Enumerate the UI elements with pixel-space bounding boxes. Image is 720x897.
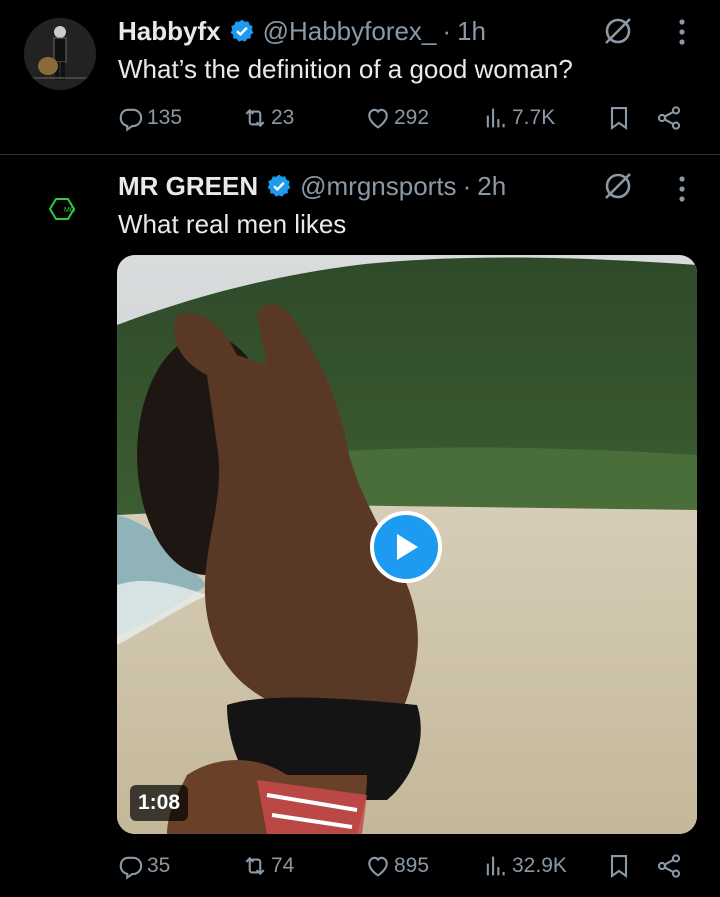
play-button[interactable] — [370, 511, 442, 583]
separator-dot: · — [462, 170, 472, 201]
bookmark-icon — [610, 107, 628, 130]
reply-icon — [119, 108, 143, 132]
tweet-text: What real men likes — [118, 209, 347, 239]
reply-count: 35 — [147, 854, 171, 877]
bookmark-button[interactable] — [605, 104, 635, 132]
avatar[interactable]: MG — [24, 173, 96, 245]
reply-count: 135 — [147, 106, 183, 129]
views-chart-icon — [486, 856, 505, 876]
more-options-icon[interactable] — [678, 18, 686, 46]
share-icon — [657, 106, 681, 130]
tweet-header: MR GREEN @mrgnsports · 2h — [118, 169, 506, 203]
views-button[interactable]: 7.7K — [482, 104, 555, 132]
like-count: 292 — [394, 106, 430, 129]
bookmark-button[interactable] — [605, 852, 635, 880]
author-handle[interactable]: @mrgnsports — [300, 171, 456, 202]
repost-button[interactable]: 23 — [241, 104, 294, 132]
author-handle[interactable]: @Habbyforex_ — [263, 16, 437, 47]
repost-icon — [245, 856, 265, 876]
person-avatar-icon — [24, 18, 96, 90]
repost-count: 23 — [271, 106, 295, 129]
views-count: 32.9K — [512, 854, 567, 877]
more-options-icon[interactable] — [678, 175, 686, 203]
verified-badge-icon — [230, 19, 253, 42]
timestamp[interactable]: 1h — [457, 16, 486, 47]
action-bar: 135 23 292 7.7K — [0, 104, 720, 136]
grok-icon[interactable] — [603, 16, 633, 46]
author-name[interactable]: MR GREEN — [118, 171, 258, 202]
tweet-header: Habbyfx @Habbyforex_ · 1h — [118, 14, 486, 48]
reply-icon — [119, 856, 143, 880]
views-button[interactable]: 32.9K — [482, 852, 567, 880]
action-bar: 35 74 895 32.9K — [0, 852, 720, 884]
heart-icon — [368, 856, 388, 877]
play-icon — [397, 534, 418, 560]
author-name[interactable]: Habbyfx — [118, 16, 221, 47]
views-chart-icon — [486, 108, 505, 128]
tweet[interactable]: Habbyfx @Habbyforex_ · 1h What’s the def… — [0, 0, 720, 154]
share-button[interactable] — [655, 104, 685, 132]
verified-badge-icon — [267, 174, 291, 197]
like-button[interactable]: 895 — [364, 852, 429, 880]
green-logo-icon: MG — [24, 173, 96, 245]
share-icon — [657, 854, 681, 878]
bookmark-icon — [610, 855, 628, 878]
grok-icon[interactable] — [603, 171, 633, 201]
share-button[interactable] — [655, 852, 685, 880]
video-duration-badge: 1:08 — [130, 785, 189, 821]
views-count: 7.7K — [512, 106, 556, 129]
reply-button[interactable]: 35 — [117, 852, 170, 880]
like-count: 895 — [394, 854, 430, 877]
like-button[interactable]: 292 — [364, 104, 429, 132]
repost-button[interactable]: 74 — [241, 852, 294, 880]
avatar[interactable] — [24, 18, 96, 90]
repost-icon — [245, 108, 265, 128]
heart-icon — [368, 108, 388, 129]
repost-count: 74 — [271, 854, 295, 877]
avatar-logo-label: MG — [64, 207, 75, 214]
timestamp[interactable]: 2h — [477, 171, 506, 202]
reply-button[interactable]: 135 — [117, 104, 182, 132]
tweet-text: What’s the definition of a good woman? — [118, 54, 573, 84]
separator-dot: · — [442, 15, 452, 46]
